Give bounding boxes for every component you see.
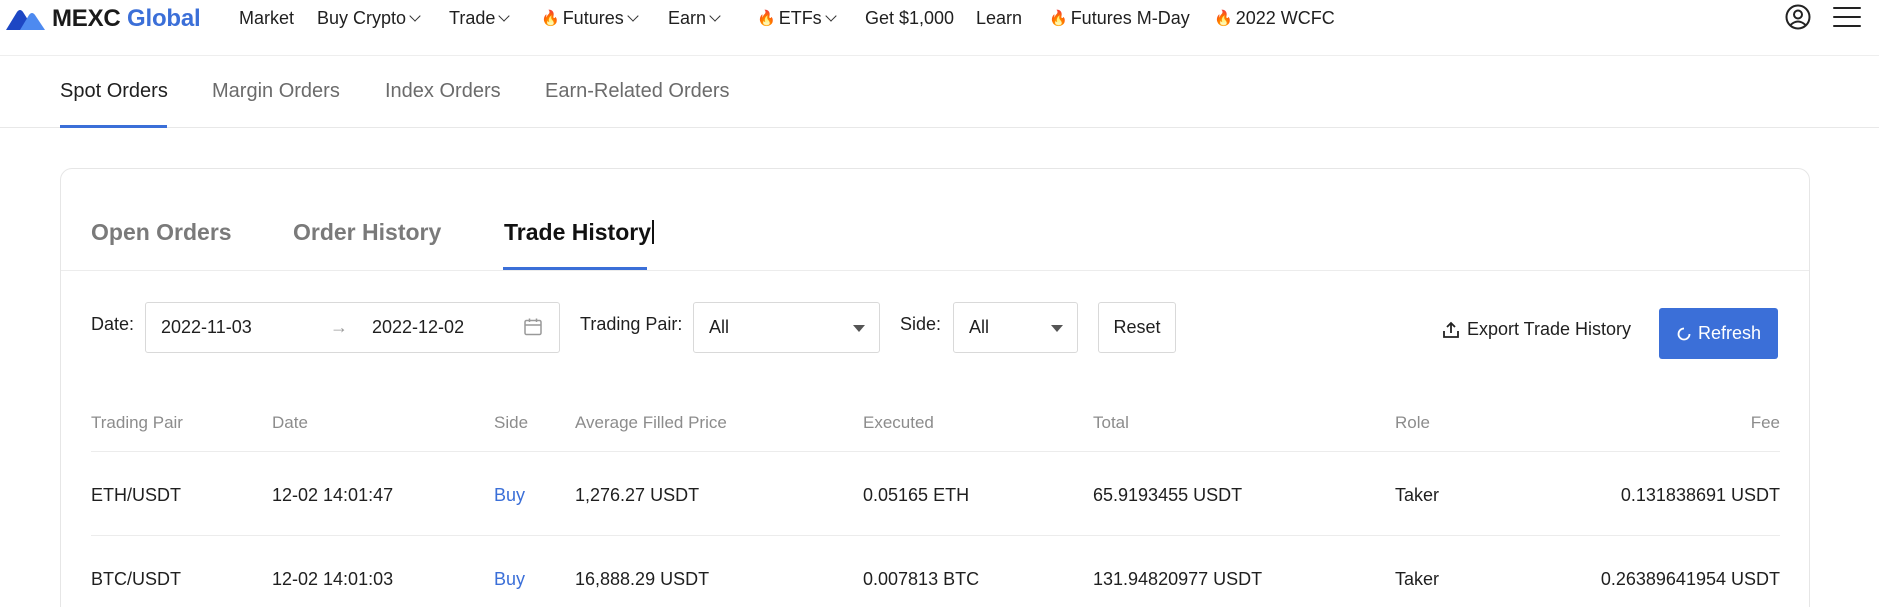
caret-down-icon <box>853 325 865 332</box>
nav-item-label: Futures <box>562 7 624 28</box>
nav-item-label: Get $1,000 <box>865 7 955 28</box>
nav-right-actions <box>1785 4 1861 30</box>
cell-average-filled-price: 16,888.29 USDT <box>575 569 710 589</box>
hamburger-menu-icon[interactable] <box>1833 5 1861 29</box>
table-row: BTC/USDT 12-02 14:01:03 Buy 16,888.29 US… <box>91 536 1780 607</box>
logo-main-text: MEXC <box>52 5 121 32</box>
reset-button[interactable]: Reset <box>1098 302 1176 353</box>
nav-item-trade[interactable]: Trade <box>449 7 511 29</box>
nav-item-label: Futures M-Day <box>1070 7 1190 28</box>
top-navbar: MEXC Global Market Buy Crypto Trade 🔥 Fut… <box>0 0 1879 56</box>
nav-item-futures[interactable]: 🔥 Futures <box>541 7 639 29</box>
cell-date: 12-02 14:01:47 <box>272 485 394 505</box>
fire-icon: 🔥 <box>757 10 776 27</box>
date-end-input[interactable]: 2022-12-02 <box>372 317 464 338</box>
column-header-average-filled-price: Average Filled Price <box>575 413 727 432</box>
nav-item-label: Learn <box>976 7 1023 28</box>
chevron-down-icon <box>709 9 721 22</box>
cell-fee: 0.131838691 USDT <box>1620 485 1780 505</box>
trading-pair-selected-value: All <box>709 317 730 337</box>
nav-item-label: ETFs <box>778 7 822 28</box>
column-header-fee: Fee <box>1750 413 1780 432</box>
logo-sub-text: Global <box>127 5 201 32</box>
cell-trading-pair: BTC/USDT <box>91 569 181 589</box>
cell-executed: 0.05165 ETH <box>863 485 970 505</box>
nav-item-label: 2022 WCFC <box>1235 7 1335 28</box>
cell-executed: 0.007813 BTC <box>863 569 980 589</box>
trading-pair-filter-label: Trading Pair: <box>580 314 683 334</box>
refresh-icon <box>1677 327 1691 340</box>
nav-item-label: Trade <box>449 7 496 28</box>
logo-wordmark: MEXC Global <box>52 5 201 33</box>
export-upload-icon <box>1443 321 1459 338</box>
caret-down-icon <box>1051 325 1063 332</box>
nav-item-futures-m-day[interactable]: 🔥 Futures M-Day <box>1049 8 1190 29</box>
chevron-down-icon <box>409 9 421 22</box>
nav-item-learn[interactable]: Learn <box>976 8 1022 29</box>
mexc-logo[interactable]: MEXC Global <box>4 2 201 36</box>
nav-item-market[interactable]: Market <box>239 8 294 29</box>
side-selected-value: All <box>969 317 990 337</box>
tab-spot-orders[interactable]: Spot Orders <box>60 80 168 103</box>
nav-item-buy-crypto[interactable]: Buy Crypto <box>317 7 421 29</box>
trading-pair-select[interactable]: All <box>693 302 880 353</box>
export-trade-history-button[interactable]: Export Trade History <box>1441 319 1631 340</box>
chevron-down-icon <box>627 9 639 22</box>
cell-side: Buy <box>494 569 526 589</box>
chevron-down-icon <box>498 9 511 22</box>
nav-item-2022-wcfc[interactable]: 🔥 2022 WCFC <box>1214 8 1335 29</box>
tab-order-history[interactable]: Order History <box>293 219 441 246</box>
column-header-executed: Executed <box>863 413 934 432</box>
column-header-side: Side <box>494 413 529 432</box>
nav-item-label: Buy Crypto <box>317 7 407 28</box>
fire-icon: 🔥 <box>1049 10 1068 27</box>
tab-open-orders[interactable]: Open Orders <box>91 219 232 246</box>
column-header-total: Total <box>1093 413 1129 432</box>
cell-role: Taker <box>1395 485 1440 505</box>
side-filter-label: Side: <box>900 314 942 334</box>
side-select[interactable]: All <box>953 302 1078 353</box>
chevron-down-icon <box>825 9 837 22</box>
export-button-label: Export Trade History <box>1466 319 1631 339</box>
column-header-role: Role <box>1395 413 1430 432</box>
user-circle-icon[interactable] <box>1785 4 1811 30</box>
table-row: ETH/USDT 12-02 14:01:47 Buy 1,276.27 USD… <box>91 452 1780 536</box>
tab-margin-orders[interactable]: Margin Orders <box>212 80 340 103</box>
arrow-right-icon: → <box>330 317 348 337</box>
cell-date: 12-02 14:01:03 <box>272 569 394 589</box>
cell-side: Buy <box>494 485 526 505</box>
active-sub-tab-indicator <box>503 267 647 270</box>
fire-icon: 🔥 <box>1214 10 1233 27</box>
column-header-trading-pair: Trading Pair <box>91 413 183 432</box>
nav-item-get-1000[interactable]: Get $1,000 <box>865 8 954 29</box>
order-sub-tabs: Open Orders Order History Trade History <box>61 169 1809 271</box>
orders-card: Open Orders Order History Trade History … <box>60 168 1810 607</box>
mexc-mountain-logo-icon <box>6 10 45 30</box>
cell-total: 65.9193455 USDT <box>1093 485 1243 505</box>
tab-index-orders[interactable]: Index Orders <box>385 80 501 103</box>
refresh-button-label: Refresh <box>1697 323 1762 343</box>
date-range-picker[interactable]: 2022-11-03 → 2022-12-02 <box>145 302 560 353</box>
tab-earn-related-orders[interactable]: Earn-Related Orders <box>545 80 730 103</box>
table-header: Trading Pair Date Side Average Filled Pr… <box>91 381 1780 452</box>
nav-item-label: Market <box>239 7 295 28</box>
column-header-date: Date <box>272 413 308 432</box>
active-tab-indicator <box>60 125 167 128</box>
cell-average-filled-price: 1,276.27 USDT <box>575 485 700 505</box>
cell-total: 131.94820977 USDT <box>1093 569 1263 589</box>
tab-trade-history[interactable]: Trade History <box>504 219 654 246</box>
date-start-input[interactable]: 2022-11-03 <box>161 317 252 338</box>
nav-item-earn[interactable]: Earn <box>668 7 721 29</box>
refresh-button[interactable]: Refresh <box>1659 308 1778 359</box>
nav-item-etfs[interactable]: 🔥 ETFs <box>757 7 837 29</box>
cell-fee: 0.26389641954 USDT <box>1600 569 1780 589</box>
calendar-icon[interactable] <box>523 317 543 337</box>
fire-icon: 🔥 <box>541 10 560 27</box>
cell-trading-pair: ETH/USDT <box>91 485 181 505</box>
nav-item-label: Earn <box>668 7 707 28</box>
filter-bar: Date: 2022-11-03 → 2022-12-02 Trading Pa… <box>61 271 1809 381</box>
order-type-tabs: Spot Orders Margin Orders Index Orders E… <box>0 56 1879 128</box>
cell-role: Taker <box>1395 569 1440 589</box>
date-filter-label: Date: <box>91 314 135 334</box>
